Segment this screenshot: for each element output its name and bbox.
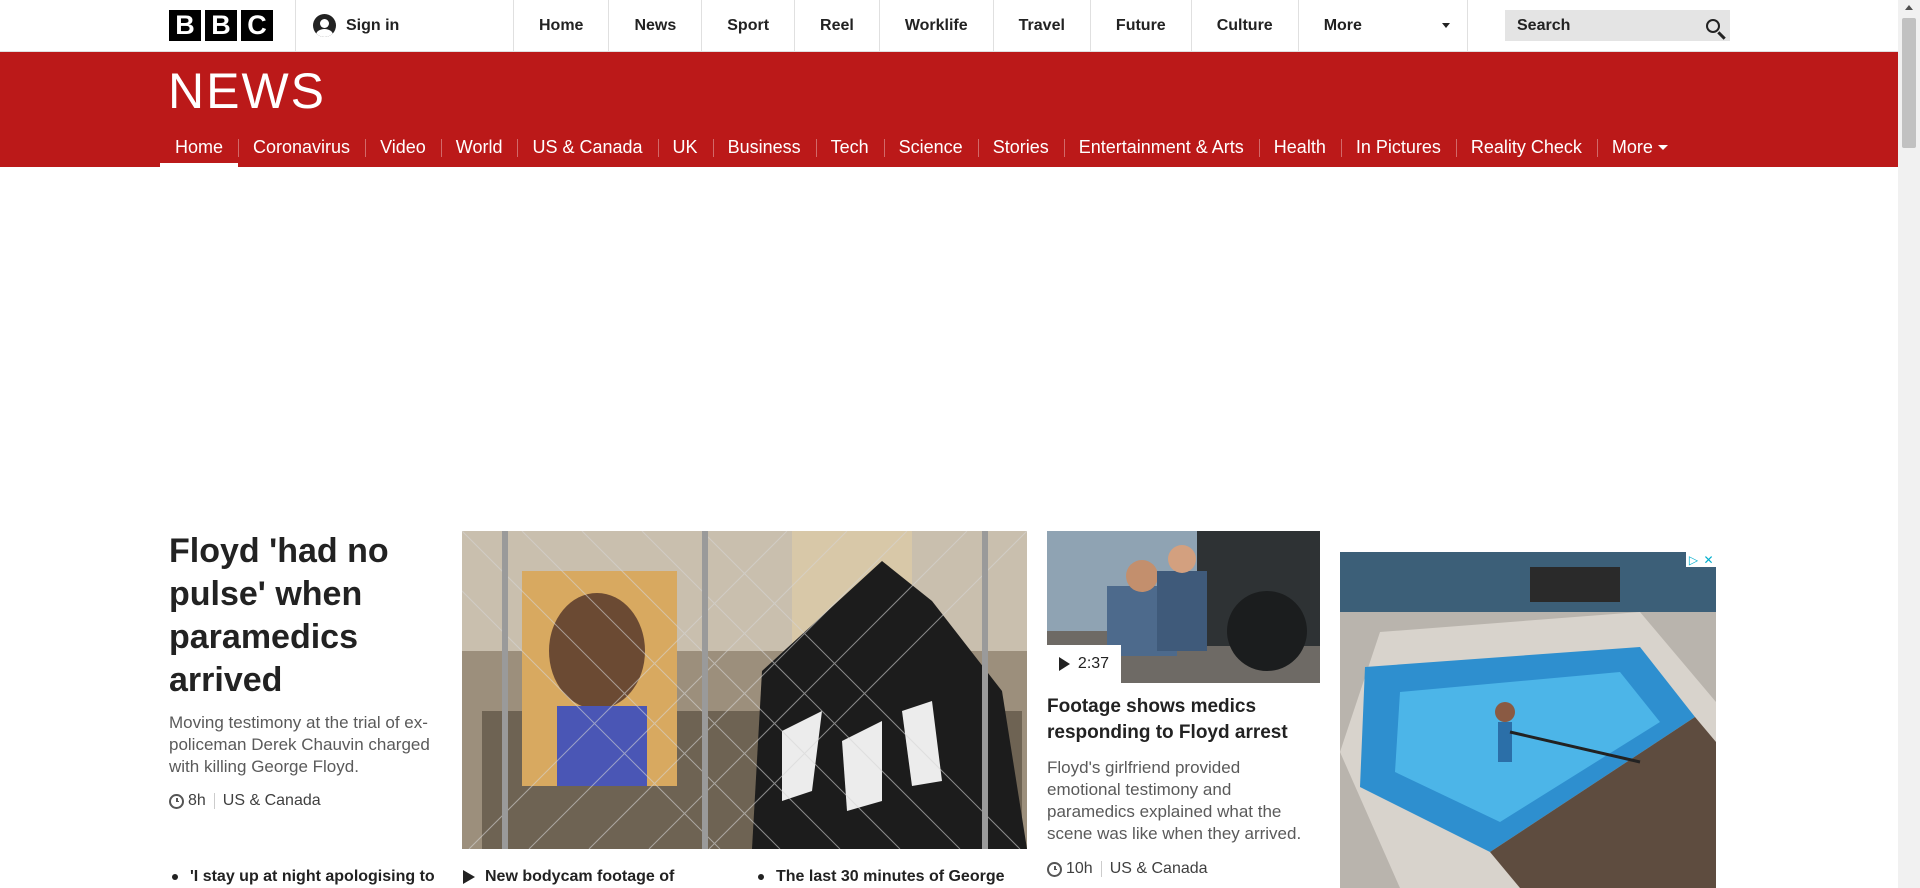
related-link-label: The last 30 minutes of George — [776, 868, 1005, 885]
ad-swim-spa-image — [1340, 552, 1716, 888]
ad-choices-icon[interactable]: ▷ — [1686, 552, 1701, 567]
related-link[interactable]: 'I stay up at night apologising to — [172, 868, 435, 886]
main-story-headline[interactable]: Floyd 'had no pulse' when paramedics arr… — [169, 530, 429, 702]
news-header: NEWS Home Coronavirus Video World US & C… — [0, 52, 1898, 167]
related-links: 'I stay up at night apologising to New b… — [0, 868, 1898, 888]
caret-down-icon — [1657, 145, 1668, 150]
news-nav-health[interactable]: Health — [1258, 128, 1341, 167]
main-story-section-link[interactable]: US & Canada — [223, 792, 321, 810]
advertisement[interactable]: ▷ ✕ — [1340, 552, 1716, 888]
sign-in-label: Sign in — [346, 16, 400, 34]
news-nav-business[interactable]: Business — [712, 128, 816, 167]
news-nav-us-canada[interactable]: US & Canada — [517, 128, 657, 167]
bullet-icon — [172, 874, 178, 880]
top-nav-more-label: More — [1323, 16, 1362, 34]
divider — [295, 0, 296, 51]
page-scrollbar[interactable] — [1898, 0, 1920, 888]
main-story-summary: Moving testimony at the trial of ex-poli… — [169, 713, 430, 776]
top-nav-sport[interactable]: Sport — [702, 0, 796, 51]
bbc-logo-letter: C — [241, 10, 273, 41]
top-nav-culture[interactable]: Culture — [1192, 0, 1299, 51]
news-nav-uk[interactable]: UK — [657, 128, 713, 167]
bbc-logo-letter: B — [169, 10, 201, 41]
related-link-label: New bodycam footage of — [485, 868, 675, 885]
meta-divider — [213, 793, 215, 809]
top-nav-news[interactable]: News — [609, 0, 703, 51]
news-nav-world[interactable]: World — [440, 128, 518, 167]
bullet-icon — [758, 874, 764, 880]
play-icon — [463, 870, 475, 884]
video-duration: 2:37 — [1077, 655, 1110, 672]
top-nav-more-button[interactable]: More — [1299, 0, 1468, 51]
search-icon[interactable] — [1706, 18, 1720, 33]
news-nav-reality-check[interactable]: Reality Check — [1455, 128, 1597, 167]
news-nav-stories[interactable]: Stories — [977, 128, 1064, 167]
scrollbar-thumb[interactable] — [1902, 18, 1916, 148]
top-nav: Home News Sport Reel Worklife Travel Fut… — [513, 0, 1468, 51]
search-box[interactable] — [1505, 10, 1730, 41]
top-nav-home[interactable]: Home — [513, 0, 610, 51]
ad-controls: ▷ ✕ — [1686, 552, 1716, 567]
main-story-image[interactable] — [462, 531, 1027, 849]
related-link-label: 'I stay up at night apologising to — [190, 868, 435, 885]
related-video-link[interactable]: New bodycam footage of — [463, 868, 674, 886]
memorial-fence-photo — [462, 531, 1027, 849]
news-nav-science[interactable]: Science — [883, 128, 978, 167]
bbc-logo[interactable]: B B C — [169, 10, 273, 41]
news-nav-in-pictures[interactable]: In Pictures — [1340, 128, 1456, 167]
news-logo[interactable]: NEWS — [168, 62, 326, 120]
news-nav: Home Coronavirus Video World US & Canada… — [160, 128, 1683, 167]
scroll-up-arrow-icon[interactable] — [1905, 5, 1913, 10]
sign-in-link[interactable]: Sign in — [313, 14, 399, 37]
user-avatar-icon — [313, 14, 336, 37]
top-nav-future[interactable]: Future — [1091, 0, 1192, 51]
related-link[interactable]: The last 30 minutes of George — [758, 868, 1005, 886]
video-duration-badge[interactable]: 2:37 — [1047, 645, 1121, 683]
main-story-meta: 8h US & Canada — [169, 792, 321, 810]
news-nav-video[interactable]: Video — [365, 128, 441, 167]
top-nav-reel[interactable]: Reel — [795, 0, 880, 51]
news-nav-home[interactable]: Home — [160, 128, 239, 167]
search-input[interactable] — [1515, 15, 1689, 36]
ad-close-icon[interactable]: ✕ — [1701, 552, 1716, 567]
side-story-summary: Floyd's girlfriend provided emotional te… — [1047, 758, 1302, 843]
top-nav-travel[interactable]: Travel — [994, 0, 1091, 51]
side-story-headline[interactable]: Footage shows medics responding to Floyd… — [1047, 694, 1317, 746]
clock-icon — [169, 793, 184, 809]
news-nav-more-label: More — [1611, 137, 1653, 157]
news-nav-coronavirus[interactable]: Coronavirus — [238, 128, 365, 167]
top-nav-worklife[interactable]: Worklife — [880, 0, 994, 51]
play-icon — [1058, 657, 1070, 671]
news-nav-entertainment-arts[interactable]: Entertainment & Arts — [1063, 128, 1259, 167]
main-story-time: 8h — [188, 792, 206, 809]
side-story-video-thumbnail[interactable]: 2:37 — [1047, 531, 1320, 683]
bbc-top-bar: B B C Sign in Home News Sport Reel Workl… — [0, 0, 1898, 52]
news-nav-more-button[interactable]: More — [1596, 128, 1683, 167]
news-nav-tech[interactable]: Tech — [815, 128, 884, 167]
chevron-down-icon — [1441, 23, 1450, 28]
bbc-logo-letter: B — [205, 10, 237, 41]
